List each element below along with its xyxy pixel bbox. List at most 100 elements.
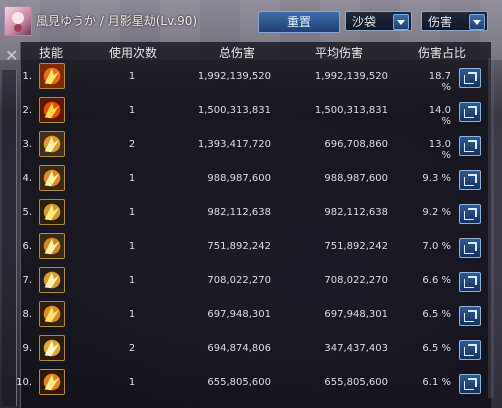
header-share: 伤害占比 — [418, 46, 467, 60]
table-row: 5. 1 982,112,638 982,112,638 9.2 % — [21, 196, 491, 230]
use-count: 1 — [128, 309, 136, 320]
skill-icon — [39, 267, 65, 293]
use-count: 2 — [128, 139, 136, 150]
header-count: 使用次数 — [109, 46, 158, 60]
use-count: 1 — [128, 207, 136, 218]
table-row: 6. 1 751,892,242 751,892,242 7.0 % — [21, 230, 491, 264]
header-total: 总伤害 — [219, 46, 256, 60]
share-icon[interactable] — [459, 374, 481, 394]
damage-share: 6.1 % — [422, 377, 451, 388]
table-row: 1. 1 1,992,139,520 1,992,139,520 18.7 % — [21, 60, 491, 94]
row-index: 7. — [22, 275, 32, 286]
use-count: 1 — [128, 173, 136, 184]
row-index: 10. — [16, 377, 32, 388]
guild-name: 月影星劫 — [107, 14, 156, 28]
title-separator: / — [99, 14, 104, 28]
use-count: 1 — [128, 241, 136, 252]
row-index: 3. — [22, 139, 32, 150]
side-rail — [2, 70, 17, 406]
header-avg: 平均伤害 — [315, 46, 364, 60]
average-damage: 655,805,600 — [324, 377, 388, 388]
table-row: 2. 1 1,500,313,831 1,500,313,831 14.0 % — [21, 94, 491, 128]
table-row: 10. 1 655,805,600 655,805,600 6.1 % — [16, 366, 491, 400]
share-icon[interactable] — [459, 170, 481, 190]
damage-share: 9.3 % — [422, 173, 451, 184]
skill-icon — [39, 233, 65, 259]
chevron-down-icon[interactable] — [393, 14, 409, 30]
skill-icon — [39, 165, 65, 191]
skill-icon — [39, 369, 65, 395]
row-index: 8. — [22, 309, 32, 320]
total-damage: 988,987,600 — [207, 173, 271, 184]
row-index: 6. — [22, 241, 32, 252]
total-damage: 1,393,417,720 — [197, 139, 271, 150]
character-title: 風見ゆうか / 月影星劫(Lv.90) — [36, 12, 197, 29]
share-icon[interactable] — [459, 68, 481, 88]
average-damage: 697,948,301 — [324, 309, 388, 320]
use-count: 1 — [128, 275, 136, 286]
share-icon[interactable] — [459, 238, 481, 258]
damage-share: 7.0 % — [422, 241, 451, 252]
average-damage: 751,892,242 — [324, 241, 388, 252]
total-damage: 751,892,242 — [207, 241, 271, 252]
total-damage: 1,500,313,831 — [197, 105, 271, 116]
average-damage: 708,022,270 — [324, 275, 388, 286]
share-icon[interactable] — [459, 102, 481, 122]
skill-icon — [39, 97, 65, 123]
share-icon[interactable] — [459, 340, 481, 360]
damage-share: 14.0 % — [428, 105, 451, 127]
table-row: 8. 1 697,948,301 697,948,301 6.5 % — [21, 298, 491, 332]
table-row: 7. 1 708,022,270 708,022,270 6.6 % — [21, 264, 491, 298]
row-index: 5. — [22, 207, 32, 218]
target-select-value: 沙袋 — [352, 15, 377, 29]
metric-select[interactable]: 伤害 — [421, 11, 488, 31]
use-count: 1 — [128, 377, 136, 388]
row-index: 9. — [22, 343, 32, 354]
use-count: 1 — [128, 105, 136, 116]
share-icon[interactable] — [459, 136, 481, 156]
average-damage: 988,987,600 — [324, 173, 388, 184]
average-damage: 347,437,403 — [324, 343, 388, 354]
damage-share: 9.2 % — [422, 207, 451, 218]
skill-icon — [39, 131, 65, 157]
share-icon[interactable] — [459, 306, 481, 326]
target-select[interactable]: 沙袋 — [345, 11, 412, 31]
total-damage: 1,992,139,520 — [197, 71, 271, 82]
total-damage: 694,874,806 — [207, 343, 271, 354]
character-name: 風見ゆうか — [36, 14, 97, 28]
damage-share: 18.7 % — [428, 71, 451, 93]
damage-share: 6.6 % — [422, 275, 451, 286]
close-icon[interactable]: ✕ — [5, 48, 18, 64]
skill-icon — [39, 63, 65, 89]
table-row: 3. 2 1,393,417,720 696,708,860 13.0 % — [21, 128, 491, 162]
share-icon[interactable] — [459, 272, 481, 292]
reset-button[interactable]: 重置 — [258, 11, 340, 33]
total-damage: 708,022,270 — [207, 275, 271, 286]
average-damage: 1,500,313,831 — [314, 105, 388, 116]
row-index: 1. — [22, 71, 32, 82]
character-level: (Lv.90) — [155, 14, 198, 28]
row-index: 2. — [22, 105, 32, 116]
skill-icon — [39, 199, 65, 225]
damage-share: 6.5 % — [422, 343, 451, 354]
metric-select-value: 伤害 — [428, 15, 453, 29]
skill-icon — [39, 301, 65, 327]
row-index: 4. — [22, 173, 32, 184]
total-damage: 655,805,600 — [207, 377, 271, 388]
use-count: 1 — [128, 71, 136, 82]
chevron-down-icon[interactable] — [469, 14, 485, 30]
damage-share: 13.0 % — [428, 139, 451, 161]
skill-icon — [39, 335, 65, 361]
scrollbar[interactable] — [488, 58, 494, 398]
avatar — [4, 6, 32, 36]
use-count: 2 — [128, 343, 136, 354]
table-header: 技能 使用次数 总伤害 平均伤害 伤害占比 — [21, 42, 491, 60]
share-icon[interactable] — [459, 204, 481, 224]
damage-share: 6.5 % — [422, 309, 451, 320]
average-damage: 696,708,860 — [324, 139, 388, 150]
table-row: 4. 1 988,987,600 988,987,600 9.3 % — [21, 162, 491, 196]
total-damage: 982,112,638 — [207, 207, 271, 218]
average-damage: 1,992,139,520 — [314, 71, 388, 82]
header-skill: 技能 — [39, 46, 64, 60]
table-row: 9. 2 694,874,806 347,437,403 6.5 % — [21, 332, 491, 366]
